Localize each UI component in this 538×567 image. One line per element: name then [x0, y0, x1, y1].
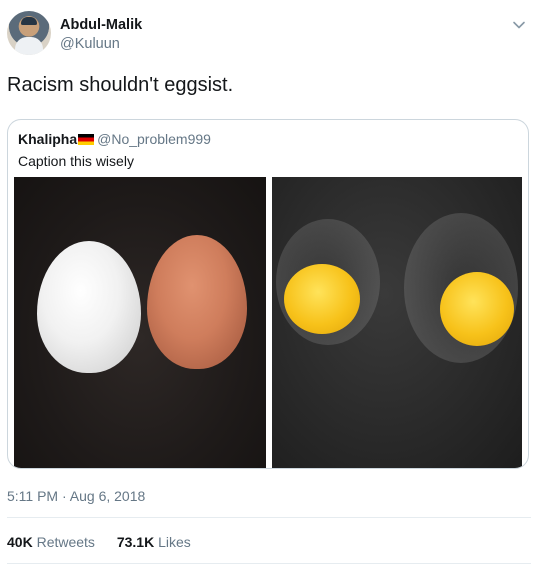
avatar-shirt: [15, 37, 43, 55]
timestamp[interactable]: 5:11 PM · Aug 6, 2018: [7, 487, 145, 505]
quoted-tweet-header: Khalipha @No_problem999: [18, 130, 211, 148]
likes-count: 73.1K: [116, 534, 155, 550]
retweets-stat[interactable]: 40K Retweets: [7, 534, 99, 550]
chevron-down-icon[interactable]: [511, 17, 527, 33]
quoted-media: [14, 177, 522, 468]
divider-top: [7, 517, 531, 518]
germany-flag-icon: [78, 134, 95, 145]
likes-stat[interactable]: 73.1K Likes: [117, 534, 191, 550]
photo-whole-eggs[interactable]: [14, 177, 266, 468]
avatar[interactable]: [7, 11, 51, 55]
avatar-hat: [21, 17, 37, 25]
brown-egg: [147, 235, 247, 369]
white-egg: [37, 241, 141, 373]
quoted-display-name[interactable]: Khalipha: [18, 131, 77, 147]
divider-bottom: [7, 563, 531, 564]
photo-cracked-eggs[interactable]: [272, 177, 522, 468]
retweets-count: 40K: [7, 534, 33, 550]
quoted-tweet-text: Caption this wisely: [18, 153, 134, 169]
yolk-right: [440, 272, 514, 346]
engagement-stats: 40K Retweets 73.1K Likes: [7, 533, 191, 551]
yolk-left: [284, 264, 360, 334]
retweets-label: Retweets: [36, 534, 95, 550]
author-info[interactable]: Abdul-Malik @Kuluun: [60, 16, 142, 54]
author-handle[interactable]: @Kuluun: [60, 34, 142, 54]
tweet-text: Racism shouldn't eggsist.: [7, 74, 234, 96]
author-display-name[interactable]: Abdul-Malik: [60, 16, 142, 34]
quoted-tweet[interactable]: Khalipha @No_problem999 Caption this wise…: [7, 119, 529, 469]
quoted-handle[interactable]: @No_problem999: [97, 131, 211, 147]
tweet-header: Abdul-Malik @Kuluun: [7, 11, 531, 57]
likes-label: Likes: [158, 534, 191, 550]
